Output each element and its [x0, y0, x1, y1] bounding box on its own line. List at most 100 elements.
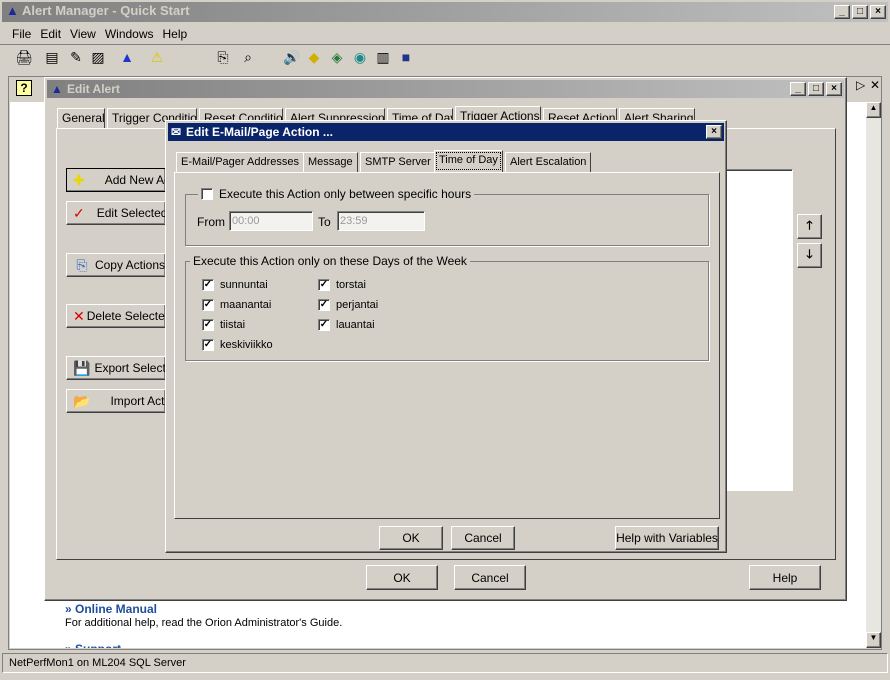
globe-icon[interactable]: ◉ — [350, 49, 370, 66]
label: Export Selected Actions — [94, 361, 166, 375]
minimize-button[interactable]: _ — [790, 82, 806, 96]
print-icon[interactable]: 🖨 — [14, 49, 34, 66]
dialog-title-bar: ✉ Edit E-Mail/Page Action ... × — [168, 123, 724, 141]
menu-bar: File Edit View Windows Help — [12, 27, 196, 41]
edit-selected-action-button[interactable]: ✓ Edit Selected Action — [66, 201, 166, 225]
help-with-variables-button[interactable]: Help with Variables — [615, 526, 719, 550]
day-checkbox[interactable]: ✓ tiistai — [202, 319, 245, 331]
hours-label: Execute this Action only between specifi… — [219, 187, 472, 201]
checkbox[interactable]: ✓ — [318, 319, 330, 331]
copy-actions-button[interactable]: ⎘ Copy Actions — [66, 253, 166, 277]
checkbox[interactable]: ✓ — [318, 279, 330, 291]
days-label: Execute this Action only on these Days o… — [190, 254, 470, 268]
edit-alert-title: Edit Alert — [67, 82, 120, 96]
day-checkbox[interactable]: ✓ maanantai — [202, 299, 271, 311]
tab-time-of-day[interactable]: Time of Day — [434, 150, 503, 172]
tab-email-pager-addresses[interactable]: E-Mail/Pager Addresses — [176, 152, 304, 172]
checkbox[interactable]: ✓ — [202, 279, 214, 291]
label: Delete Selected Action — [86, 309, 165, 323]
minimize-button[interactable]: _ — [834, 5, 850, 19]
from-label: From — [197, 215, 225, 229]
save-icon: 💾 — [73, 359, 91, 376]
checkbox[interactable]: ✓ — [318, 299, 330, 311]
document-icon[interactable]: ▥ — [373, 49, 393, 66]
hours-checkbox[interactable] — [201, 188, 213, 200]
maximize-button[interactable]: □ — [852, 5, 868, 19]
tab-general[interactable]: General — [57, 108, 105, 128]
cancel-button[interactable]: Cancel — [451, 526, 515, 550]
find-icon[interactable]: ⌕ — [238, 49, 258, 66]
app-logo-icon: ▲ — [6, 3, 19, 18]
close-button[interactable]: × — [706, 125, 722, 139]
properties-icon[interactable]: ▤ — [42, 49, 62, 66]
road-sign-icon[interactable]: ◆ — [304, 49, 324, 66]
label: Copy Actions — [94, 258, 165, 272]
from-time-input[interactable] — [229, 211, 313, 231]
close-button[interactable]: × — [826, 82, 842, 96]
dialog-title: Edit E-Mail/Page Action ... — [186, 125, 333, 139]
support-link[interactable]: » Support — [65, 642, 121, 648]
warning-icon[interactable]: ⚠ — [147, 49, 167, 66]
terminal-icon[interactable]: ■ — [396, 49, 416, 65]
checkbox[interactable]: ✓ — [202, 299, 214, 311]
move-down-button[interactable]: 🡓 — [797, 243, 822, 268]
checkmark-icon: ✓ — [73, 204, 85, 221]
online-manual-link[interactable]: » Online Manual — [65, 602, 157, 616]
export-selected-actions-button[interactable]: 💾Export Selected Actions — [66, 356, 166, 380]
copy-icon: ⎘ — [76, 256, 88, 273]
day-checkbox[interactable]: ✓ keskiviikko — [202, 339, 273, 351]
scrollbar[interactable]: ▲ ▼ — [866, 102, 881, 648]
checkbox[interactable]: ✓ — [202, 339, 214, 351]
delete-selected-action-button[interactable]: ✕Delete Selected Action — [66, 304, 166, 328]
add-icon: ✚ — [73, 171, 85, 188]
status-bar: NetPerfMon1 on ML204 SQL Server — [2, 653, 888, 673]
tab-smtp-server[interactable]: SMTP Server — [360, 152, 436, 172]
scroll-down-button[interactable]: ▼ — [866, 632, 881, 648]
hours-group: Execute this Action only between specifi… — [185, 187, 709, 246]
maximize-button[interactable]: □ — [808, 82, 824, 96]
tab-alert-escalation[interactable]: Alert Escalation — [505, 152, 592, 172]
help-button[interactable]: Help — [749, 565, 821, 590]
alert-icon: ▲ — [51, 82, 63, 96]
import-actions-button[interactable]: 📂 Import Actions — [66, 389, 166, 413]
day-checkbox[interactable]: ✓ lauantai — [318, 319, 375, 331]
to-label: To — [318, 215, 331, 229]
menu-edit[interactable]: Edit — [40, 27, 61, 41]
help-icon: ? — [16, 80, 32, 96]
sound-icon[interactable]: 🔊 — [282, 49, 302, 66]
menu-help[interactable]: Help — [163, 27, 188, 41]
add-new-action-button[interactable]: ✚ Add New Action — [66, 168, 166, 192]
close-tab-icon[interactable]: ✕ — [870, 78, 880, 92]
network-icon[interactable]: ◈ — [327, 49, 347, 66]
days-group: Execute this Action only on these Days o… — [185, 254, 709, 361]
alert-blue-icon[interactable]: ▲ — [117, 49, 137, 65]
tab-message[interactable]: Message — [303, 152, 358, 172]
menu-windows[interactable]: Windows — [105, 27, 154, 41]
move-up-button[interactable]: 🡑 — [797, 214, 822, 239]
window-title: Alert Manager - Quick Start — [22, 3, 190, 18]
page-icon[interactable]: ▨ — [88, 49, 108, 66]
tab-scroll-icon[interactable]: ▷ — [856, 78, 865, 92]
checkbox[interactable]: ✓ — [202, 319, 214, 331]
day-checkbox[interactable]: ✓ torstai — [318, 279, 366, 291]
menu-view[interactable]: View — [70, 27, 96, 41]
ok-button[interactable]: OK — [366, 565, 438, 590]
edit-icon[interactable]: ✎ — [66, 49, 86, 66]
day-checkbox[interactable]: ✓ perjantai — [318, 299, 378, 311]
label: Edit Selected Action — [96, 206, 166, 220]
envelope-icon: ✉ — [171, 125, 182, 139]
label: Import Actions — [110, 394, 165, 408]
edit-alert-title-bar: ▲ Edit Alert _ □ × — [47, 80, 844, 98]
day-checkbox[interactable]: ✓ sunnuntai — [202, 279, 268, 291]
edit-email-dialog: ✉ Edit E-Mail/Page Action ... × E-Mail/P… — [165, 120, 727, 553]
online-manual-text: For additional help, read the Orion Admi… — [65, 617, 343, 629]
to-time-input[interactable] — [337, 211, 425, 231]
label: Add New Action — [104, 173, 165, 187]
close-button[interactable]: × — [870, 5, 886, 19]
ok-button[interactable]: OK — [379, 526, 443, 550]
folder-open-icon: 📂 — [73, 392, 91, 409]
menu-file[interactable]: File — [12, 27, 31, 41]
scroll-up-button[interactable]: ▲ — [866, 102, 881, 118]
copy-icon[interactable]: ⎘ — [213, 49, 233, 66]
cancel-button[interactable]: Cancel — [454, 565, 526, 590]
